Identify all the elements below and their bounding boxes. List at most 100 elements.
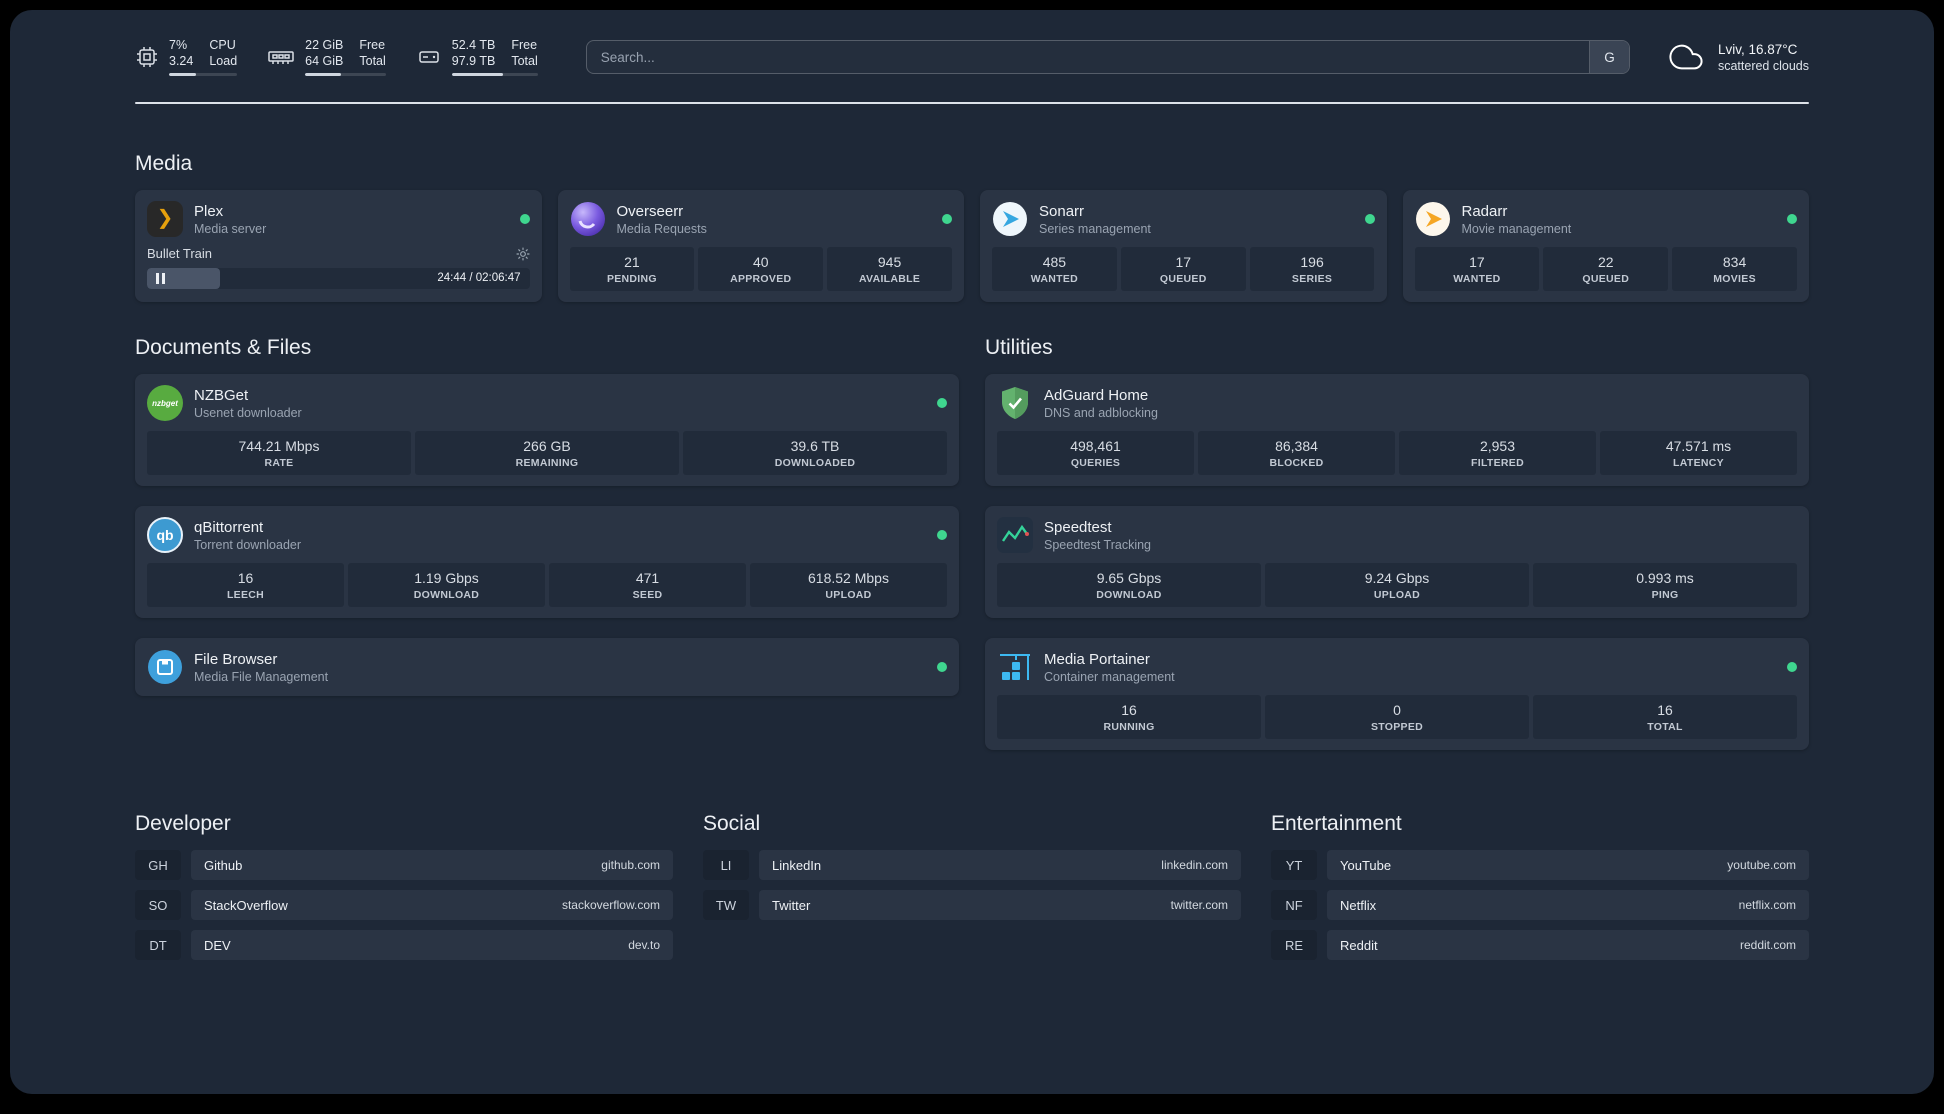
service-title: Overseerr <box>616 202 684 220</box>
bookmark-abbr: LI <box>703 850 749 881</box>
stat-tile: 618.52 Mbps UPLOAD <box>750 563 947 608</box>
bookmark-name: Reddit <box>1340 937 1378 953</box>
stat-tile: 0 STOPPED <box>1265 695 1529 740</box>
bookmark-name: Twitter <box>772 897 811 913</box>
stat-tile: 485 WANTED <box>992 247 1117 292</box>
section-entertainment: Entertainment YT YouTube youtube.com NF … <box>1271 812 1809 961</box>
bookmark-name: DEV <box>204 937 231 953</box>
service-title: File Browser <box>194 650 278 668</box>
bookmark-url: dev.to <box>628 938 660 953</box>
disk-label-top: Free <box>511 38 538 52</box>
stat-tile: 21 PENDING <box>569 247 695 292</box>
section-media: Media ❯ Plex Media server Bullet Train 2… <box>135 152 1809 303</box>
memory-value-bottom: 64 GiB <box>305 53 344 68</box>
service-title: NZBGet <box>194 386 249 404</box>
cpu-value-top: 7% <box>169 38 188 52</box>
bookmark-reddit[interactable]: RE Reddit reddit.com <box>1271 930 1809 961</box>
topbar-divider <box>135 102 1809 105</box>
stat-tile: 17 WANTED <box>1414 247 1540 292</box>
disk-bar <box>451 73 538 77</box>
stat-tile: 266 GB REMAINING <box>415 431 679 476</box>
bookmark-url: netflix.com <box>1738 898 1796 913</box>
bookmark-name: Netflix <box>1340 897 1377 913</box>
status-dot <box>1364 214 1375 225</box>
now-playing-title: Bullet Train <box>147 246 213 262</box>
service-card-portainer[interactable]: Media Portainer Container management 16 … <box>985 638 1809 751</box>
stat-tile: 40 APPROVED <box>698 247 824 292</box>
bookmark-url: linkedin.com <box>1161 858 1228 873</box>
disk-widget: 52.4 TB 97.9 TB Free Total <box>416 38 538 77</box>
service-subtitle: Media File Management <box>194 669 329 684</box>
status-dot <box>937 398 947 409</box>
radarr-icon <box>1415 201 1451 237</box>
service-title: AdGuard Home <box>1044 386 1149 404</box>
service-card-adguard[interactable]: AdGuard Home DNS and adblocking 498,461 … <box>985 374 1809 487</box>
status-dot <box>1787 662 1797 673</box>
service-subtitle: Movie management <box>1461 221 1572 236</box>
bookmark-abbr: TW <box>703 890 749 921</box>
bookmark-name: Github <box>204 857 243 873</box>
bookmark-url: twitter.com <box>1170 898 1228 913</box>
player-progress-bar[interactable]: 24:44 / 02:06:47 <box>147 268 530 290</box>
service-card-speedtest[interactable]: Speedtest Speedtest Tracking 9.65 Gbps D… <box>985 506 1809 619</box>
service-card-nzbget[interactable]: nzbget NZBGet Usenet downloader 744.21 M… <box>135 374 959 487</box>
section-title-entertainment: Entertainment <box>1271 812 1402 836</box>
bookmark-name: YouTube <box>1340 857 1392 873</box>
disk-icon <box>419 51 439 63</box>
stat-tile: 39.6 TB DOWNLOADED <box>683 431 947 476</box>
section-social: Social LI LinkedIn linkedin.com TW Twitt… <box>703 812 1241 960</box>
service-title: Radarr <box>1461 202 1508 220</box>
disk-value-bottom: 97.9 TB <box>451 53 496 68</box>
stat-tile: 471 SEED <box>549 563 746 608</box>
stat-tile: 86,384 BLOCKED <box>1198 431 1395 476</box>
cpu-bar <box>169 73 238 77</box>
bookmark-url: youtube.com <box>1727 858 1796 873</box>
cloud-icon <box>1669 44 1703 70</box>
bookmark-twitter[interactable]: TW Twitter twitter.com <box>703 890 1241 921</box>
service-card-qbittorrent[interactable]: qb qBittorrent Torrent downloader 16 LEE… <box>135 506 959 619</box>
memory-widget: 22 GiB 64 GiB Free Total <box>267 38 386 77</box>
stat-tile: 498,461 QUERIES <box>997 431 1194 476</box>
service-card-overseerr[interactable]: Overseerr Media Requests 21 PENDING 40 A… <box>557 190 964 303</box>
stat-tile: 2,953 FILTERED <box>1399 431 1596 476</box>
bookmark-dev[interactable]: DT DEV dev.to <box>135 930 673 961</box>
service-subtitle: Media Requests <box>616 221 707 236</box>
portainer-icon <box>997 649 1033 685</box>
bookmark-abbr: YT <box>1271 850 1317 881</box>
stat-tile: 22 QUEUED <box>1543 247 1669 292</box>
gear-icon[interactable] <box>516 247 530 261</box>
bookmark-youtube[interactable]: YT YouTube youtube.com <box>1271 850 1809 881</box>
service-subtitle: Container management <box>1044 669 1175 684</box>
bookmark-github[interactable]: GH Github github.com <box>135 850 673 881</box>
cpu-icon <box>137 47 157 68</box>
service-subtitle: DNS and adblocking <box>1044 405 1158 420</box>
service-card-sonarr[interactable]: Sonarr Series management 485 WANTED 17 Q… <box>980 190 1387 303</box>
section-developer: Developer GH Github github.com SO StackO… <box>135 812 673 961</box>
dashboard-panel: 7% 3.24 CPU Load 22 GiB 64 GiB Free Tota… <box>10 10 1934 1094</box>
service-card-radarr[interactable]: Radarr Movie management 17 WANTED 22 QUE… <box>1402 190 1809 303</box>
bookmark-netflix[interactable]: NF Netflix netflix.com <box>1271 890 1809 921</box>
pause-icon[interactable] <box>156 273 165 285</box>
memory-bar <box>305 73 386 77</box>
speedtest-icon <box>997 517 1033 554</box>
bookmark-stackoverflow[interactable]: SO StackOverflow stackoverflow.com <box>135 890 673 921</box>
service-card-plex[interactable]: ❯ Plex Media server Bullet Train 24:44 /… <box>135 190 542 303</box>
bookmark-name: LinkedIn <box>772 857 822 873</box>
stat-tile: 9.65 Gbps DOWNLOAD <box>997 563 1261 608</box>
service-subtitle: Speedtest Tracking <box>1044 537 1152 552</box>
search-input[interactable] <box>586 41 1589 74</box>
bookmark-abbr: NF <box>1271 890 1317 921</box>
bookmark-linkedin[interactable]: LI LinkedIn linkedin.com <box>703 850 1241 881</box>
search-provider-button[interactable]: G <box>1588 41 1629 74</box>
service-card-filebrowser[interactable]: File Browser Media File Management <box>135 638 959 697</box>
service-title: qBittorrent <box>194 518 264 536</box>
section-title-media: Media <box>135 152 193 176</box>
bookmark-abbr: DT <box>135 930 181 961</box>
status-dot <box>937 662 947 673</box>
status-dot <box>519 214 530 225</box>
cpu-label-bottom: Load <box>209 53 238 68</box>
stat-tile: 1.19 Gbps DOWNLOAD <box>348 563 545 608</box>
stat-tile: 17 QUEUED <box>1120 247 1246 292</box>
weather-widget[interactable]: Lviv, 16.87°C scattered clouds <box>1664 40 1809 74</box>
search-bar: G <box>585 40 1630 75</box>
